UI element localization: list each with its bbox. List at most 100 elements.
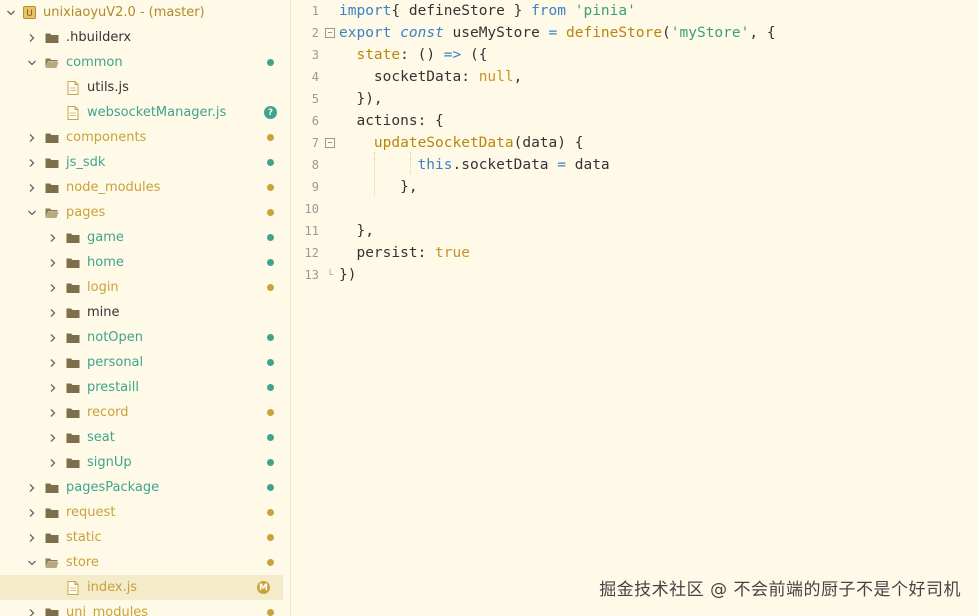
tree-item-label: store bbox=[66, 555, 99, 570]
tree-folder[interactable]: signUp bbox=[0, 450, 290, 475]
chevron-down-icon[interactable] bbox=[6, 6, 16, 20]
tree-folder[interactable]: js_sdk bbox=[0, 150, 290, 175]
code-line[interactable]: 1 import{ defineStore } from 'pinia' bbox=[291, 0, 978, 22]
chevron-right-icon[interactable] bbox=[48, 406, 58, 420]
chevron-right-icon[interactable] bbox=[48, 356, 58, 370]
chevron-right-icon[interactable] bbox=[48, 431, 58, 445]
fold-toggle-icon[interactable]: − bbox=[325, 28, 335, 38]
js-file-icon bbox=[66, 580, 80, 595]
tree-item-label: signUp bbox=[87, 455, 132, 470]
line-number: 8 bbox=[311, 158, 319, 172]
code-line[interactable]: 7− updateSocketData(data) { bbox=[291, 132, 978, 154]
folder-open-icon bbox=[45, 556, 59, 570]
tree-folder[interactable]: game bbox=[0, 225, 290, 250]
tree-folder[interactable]: prestaill bbox=[0, 375, 290, 400]
tree-item-label: js_sdk bbox=[66, 155, 106, 170]
tree-item-label: mine bbox=[87, 305, 120, 320]
tree-folder[interactable]: pagesPackage bbox=[0, 475, 290, 500]
chevron-right-icon[interactable] bbox=[27, 31, 37, 45]
chevron-right-icon[interactable] bbox=[27, 181, 37, 195]
tree-folder[interactable]: home bbox=[0, 250, 290, 275]
folder-icon bbox=[45, 481, 59, 495]
indent-guide bbox=[374, 152, 375, 196]
code-line[interactable]: 10 bbox=[291, 198, 978, 220]
tree-folder[interactable]: personal bbox=[0, 350, 290, 375]
chevron-right-icon[interactable] bbox=[48, 456, 58, 470]
tree-folder[interactable]: store bbox=[0, 550, 290, 575]
chevron-down-icon[interactable] bbox=[27, 206, 37, 220]
tree-item-label: .hbuilderx bbox=[66, 30, 132, 45]
tree-item-label: utils.js bbox=[87, 80, 129, 95]
code-line[interactable]: 2− export const useMyStore = defineStore(… bbox=[291, 22, 978, 44]
git-status-dot bbox=[267, 284, 274, 291]
code-text: this.socketData = data bbox=[417, 157, 610, 173]
code-line[interactable]: 8 this.socketData = data bbox=[291, 154, 978, 176]
git-status-dot bbox=[267, 484, 274, 491]
project-root[interactable]: U unixiaoyuV2.0 - (master) bbox=[0, 0, 290, 25]
line-number: 2 bbox=[311, 26, 319, 40]
tree-file[interactable]: websocketManager.js? bbox=[0, 100, 290, 125]
js-file-icon bbox=[66, 105, 80, 120]
code-line[interactable]: 4 socketData: null, bbox=[291, 66, 978, 88]
line-number: 5 bbox=[311, 92, 319, 106]
folder-icon bbox=[66, 431, 80, 445]
code-line[interactable]: 11 }, bbox=[291, 220, 978, 242]
chevron-right-icon[interactable] bbox=[48, 281, 58, 295]
git-status-dot bbox=[267, 509, 274, 516]
tree-folder[interactable]: components bbox=[0, 125, 290, 150]
chevron-right-icon[interactable] bbox=[27, 481, 37, 495]
git-status-dot bbox=[267, 459, 274, 466]
folder-icon bbox=[45, 181, 59, 195]
fold-toggle-icon[interactable]: − bbox=[325, 138, 335, 148]
project-icon: U bbox=[22, 6, 36, 20]
tree-item-label: home bbox=[87, 255, 124, 270]
code-editor[interactable]: 1 import{ defineStore } from 'pinia' 2− exp… bbox=[291, 0, 978, 616]
code-line[interactable]: 3 state: () => ({ bbox=[291, 44, 978, 66]
folder-open-icon bbox=[45, 206, 59, 220]
code-text: persist: true bbox=[339, 245, 470, 261]
chevron-down-icon[interactable] bbox=[27, 56, 37, 70]
chevron-right-icon[interactable] bbox=[27, 156, 37, 170]
chevron-right-icon[interactable] bbox=[27, 506, 37, 520]
chevron-right-icon[interactable] bbox=[48, 331, 58, 345]
code-line[interactable]: 13 └}) bbox=[291, 264, 978, 286]
code-line[interactable]: 9 }, bbox=[291, 176, 978, 198]
tree-folder[interactable]: mine bbox=[0, 300, 290, 325]
chevron-right-icon[interactable] bbox=[48, 381, 58, 395]
chevron-right-icon[interactable] bbox=[27, 606, 37, 616]
git-status-dot bbox=[267, 609, 274, 616]
tree-file[interactable]: utils.js bbox=[0, 75, 290, 100]
code-text: }) bbox=[339, 267, 357, 283]
tree-folder[interactable]: node_modules bbox=[0, 175, 290, 200]
chevron-right-icon[interactable] bbox=[48, 231, 58, 245]
code-text: state: () => ({ bbox=[356, 47, 488, 63]
chevron-right-icon[interactable] bbox=[48, 306, 58, 320]
chevron-right-icon[interactable] bbox=[48, 256, 58, 270]
tree-folder[interactable]: record bbox=[0, 400, 290, 425]
tree-folder[interactable]: seat bbox=[0, 425, 290, 450]
git-status-dot bbox=[267, 234, 274, 241]
tree-folder[interactable]: request bbox=[0, 500, 290, 525]
git-status-dot bbox=[267, 334, 274, 341]
chevron-right-icon[interactable] bbox=[27, 531, 37, 545]
code-line[interactable]: 6 actions: { bbox=[291, 110, 978, 132]
indent-guide bbox=[410, 152, 411, 174]
tree-folder[interactable]: .hbuilderx bbox=[0, 25, 290, 50]
folder-icon bbox=[45, 31, 59, 45]
tree-folder[interactable]: uni_modules bbox=[0, 600, 290, 616]
code-line[interactable]: 5 }), bbox=[291, 88, 978, 110]
tree-folder[interactable]: pages bbox=[0, 200, 290, 225]
tree-file[interactable]: index.js M bbox=[0, 575, 283, 600]
tree-folder[interactable]: static bbox=[0, 525, 290, 550]
folder-icon bbox=[45, 131, 59, 145]
tree-folder[interactable]: notOpen bbox=[0, 325, 290, 350]
code-line[interactable]: 12 persist: true bbox=[291, 242, 978, 264]
tree-item-label: node_modules bbox=[66, 180, 161, 195]
tree-folder[interactable]: common bbox=[0, 50, 290, 75]
fold-end-icon: └ bbox=[326, 269, 334, 281]
tree-folder[interactable]: login bbox=[0, 275, 290, 300]
folder-icon bbox=[66, 456, 80, 470]
chevron-down-icon[interactable] bbox=[27, 556, 37, 570]
chevron-right-icon[interactable] bbox=[27, 131, 37, 145]
